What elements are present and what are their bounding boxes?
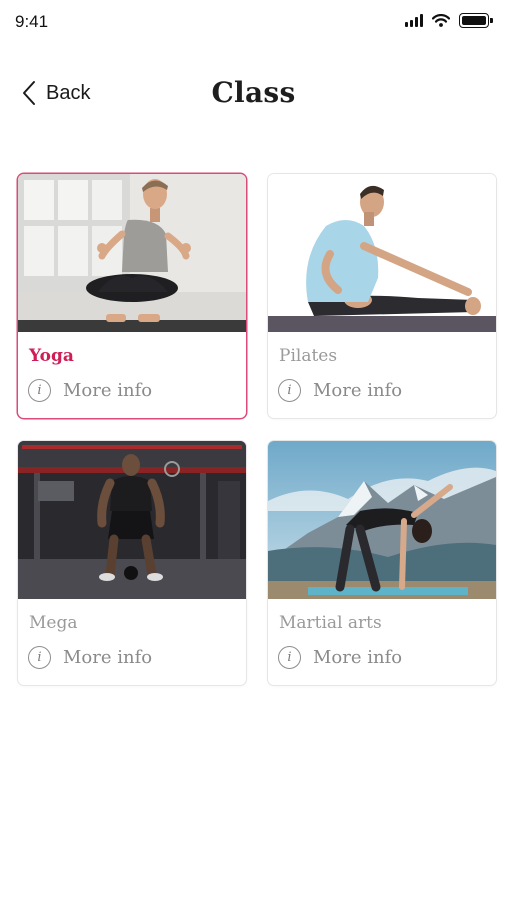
status-bar: 9:41 <box>0 0 507 44</box>
more-info-link[interactable]: i More info <box>28 646 152 669</box>
more-info-link[interactable]: i More info <box>28 379 152 402</box>
info-icon: i <box>278 646 301 669</box>
page-title: Class <box>211 76 296 109</box>
class-name: Pilates <box>279 346 338 366</box>
class-photo-mega <box>18 441 246 599</box>
status-icons <box>405 13 493 28</box>
info-icon: i <box>28 379 51 402</box>
class-card-mega[interactable]: Mega i More info <box>18 441 246 685</box>
battery-icon <box>459 13 493 28</box>
info-icon: i <box>278 379 301 402</box>
more-info-link[interactable]: i More info <box>278 646 402 669</box>
more-info-label: More info <box>313 647 403 668</box>
class-name: Mega <box>29 613 78 633</box>
class-photo-pilates <box>268 174 496 332</box>
wifi-icon <box>432 14 450 27</box>
status-time: 9:41 <box>15 12 49 31</box>
more-info-label: More info <box>63 647 153 668</box>
class-name: Yoga <box>29 346 74 366</box>
class-card-pilates[interactable]: Pilates i More info <box>268 174 496 418</box>
more-info-link[interactable]: i More info <box>278 379 402 402</box>
class-name: Martial arts <box>279 613 382 633</box>
signal-icon <box>405 14 423 27</box>
class-card-martial-arts[interactable]: Martial arts i More info <box>268 441 496 685</box>
more-info-label: More info <box>63 380 153 401</box>
class-photo-yoga <box>18 174 246 332</box>
more-info-label: More info <box>313 380 403 401</box>
class-card-yoga[interactable]: Yoga i More info <box>18 174 246 418</box>
info-icon: i <box>28 646 51 669</box>
class-photo-martial-arts <box>268 441 496 599</box>
